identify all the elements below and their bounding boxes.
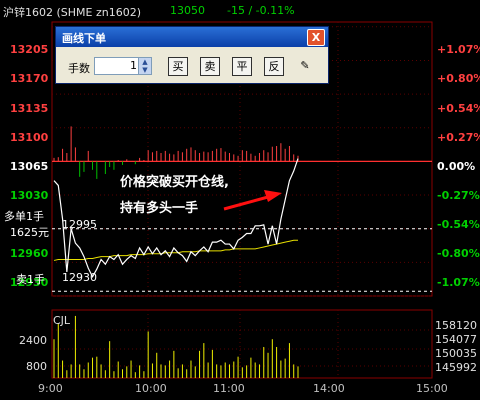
volume-right-label: 150035 [435,347,477,360]
pen-icon[interactable]: ✎ [296,57,314,74]
pct-label: +1.07% [437,43,480,56]
time-label: 14:00 [313,382,345,395]
pct-label: 0.00% [437,160,476,173]
price-label: 13065 [10,160,49,173]
price-label: 13205 [10,43,49,56]
pct-label: -0.27% [437,189,480,202]
lower-level-label[interactable]: 12930 [62,271,97,284]
price-label: 13100 [10,131,49,144]
pct-label: -0.80% [437,247,480,260]
volume-label: 2400 [19,334,47,347]
quantity-spinner[interactable]: ▲ ▼ [138,58,151,74]
dialog-title-bar[interactable]: 画线下单 X [56,27,328,47]
time-label: 10:00 [135,382,167,395]
line-order-dialog: 画线下单 X 手数 ▲▼ 买 卖 平 反 ✎ [55,26,329,84]
pct-label: +0.54% [437,102,480,115]
time-label: 15:00 [416,382,448,395]
annotation-arrowhead [264,190,282,202]
annotation-line2: 持有多头一手 [120,201,199,216]
price-label: 12960 [10,247,49,260]
volume-right-label: 158120 [435,319,477,332]
price-label: 13135 [10,102,49,115]
price-label: 13030 [10,189,49,202]
volume-right-label: 145992 [435,361,477,374]
long-order-tag: 多单1手 [4,210,44,223]
reverse-button[interactable]: 反 [264,57,284,76]
time-label: 11:00 [213,382,245,395]
pct-label: -0.54% [437,218,480,231]
annotation-line1: 价格突破买开仓线, [120,175,229,190]
quantity-field: ▲▼ [94,57,152,75]
annotation-arrow [223,195,269,211]
price-label: 13170 [10,72,49,85]
time-label: 9:00 [38,382,63,395]
upper-level-label[interactable]: 12995 [62,218,97,231]
close-position-button[interactable]: 平 [232,57,252,76]
quantity-input[interactable] [95,58,139,72]
close-button[interactable]: X [307,29,325,46]
pct-label: -1.07% [437,276,480,289]
short-order-tag: 卖1手 [16,273,45,286]
pct-label: +0.80% [437,72,480,85]
quantity-label: 手数 [68,62,90,75]
volume-panel-label: CJL [53,314,71,327]
sell-button[interactable]: 卖 [200,57,220,76]
dialog-title: 画线下单 [62,32,106,45]
buy-button[interactable]: 买 [168,57,188,76]
pct-label: +0.27% [437,131,480,144]
long-order-price: 1625元 [10,226,49,239]
volume-label: 800 [26,360,47,373]
volume-right-label: 154077 [435,333,477,346]
